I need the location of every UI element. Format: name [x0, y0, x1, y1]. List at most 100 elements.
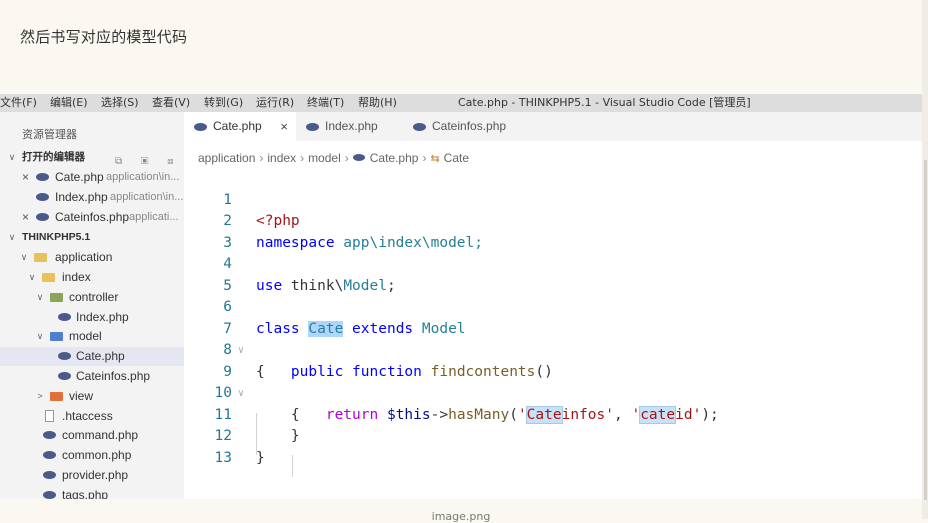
code-text: ->: [430, 406, 449, 423]
php-file-icon: [36, 213, 49, 221]
tab-cateinfos-php[interactable]: Cateinfos.php: [403, 112, 523, 141]
chevron-down-icon: ∨: [8, 152, 16, 162]
breadcrumb-item[interactable]: model: [308, 151, 341, 165]
code-line: 12 }: [184, 405, 265, 466]
tree-item-provider-php[interactable]: provider.php: [0, 466, 184, 485]
keyword: return: [325, 406, 379, 423]
file-icon: [45, 410, 54, 422]
indent-guide: [292, 455, 293, 477]
open-editor-path: application\in...: [110, 191, 184, 203]
code-line: 4 use think\Model;: [184, 233, 395, 294]
keyword: class: [256, 320, 300, 337]
code-line: 2 namespace app\index\model;: [184, 190, 483, 251]
breadcrumb-class[interactable]: Cate: [444, 151, 469, 165]
vscode-screenshot: 文件(F) 编辑(E) 选择(S) 查看(V) 转到(G) 运行(R) 终端(T…: [0, 94, 922, 499]
menu-selection[interactable]: 选择(S): [101, 94, 139, 112]
tree-item-cate-php[interactable]: Cate.php: [0, 347, 184, 366]
tab-label: Cateinfos.php: [432, 119, 507, 133]
project-label: THINKPHP5.1: [22, 231, 91, 243]
line-number: 13: [214, 449, 232, 466]
code-editor[interactable]: 1 <?php 2 namespace app\index\model; 3 4…: [184, 166, 922, 499]
keyword: extends: [352, 320, 414, 337]
controller-folder-icon: [50, 293, 63, 302]
menu-view[interactable]: 查看(V): [152, 94, 190, 112]
chevron-right-icon: >: [37, 391, 43, 401]
open-editor-path: applicati...: [129, 211, 179, 223]
close-icon[interactable]: ×: [22, 208, 29, 227]
page-scrollbar-thumb[interactable]: [924, 160, 927, 500]
open-editors-header[interactable]: ∨ 打开的编辑器 ⧉ ▣ ⧈: [0, 148, 184, 167]
breadcrumb-item[interactable]: index: [267, 151, 296, 165]
php-file-icon: [306, 123, 319, 131]
tree-item-label: model: [69, 329, 102, 343]
line-code: public function findcontents(): [256, 362, 553, 384]
tree-item-tags-php[interactable]: tags.php: [0, 486, 184, 499]
open-editor-item[interactable]: × Cate.php application\in...: [0, 168, 184, 187]
tree-item-model[interactable]: ∨ model: [0, 327, 184, 346]
menu-goto[interactable]: 转到(G): [204, 94, 243, 112]
variable: $this: [386, 406, 431, 423]
tree-item-index-php[interactable]: Index.php: [0, 308, 184, 327]
open-editors-actions-icon[interactable]: ⧉ ▣ ⧈: [115, 152, 182, 167]
menu-edit[interactable]: 编辑(E): [50, 94, 88, 112]
breadcrumb-item[interactable]: application: [198, 151, 255, 165]
tree-item-label: index: [62, 270, 91, 284]
string: id': [675, 406, 702, 423]
tab-cate-php[interactable]: Cate.php ×: [184, 112, 296, 141]
php-file-icon: [58, 372, 71, 380]
code-text: (: [509, 406, 518, 423]
function-name: findcontents: [430, 363, 536, 380]
tree-item-label: view: [69, 389, 94, 403]
php-file-icon: [43, 471, 56, 479]
tree-item-view[interactable]: > view: [0, 387, 184, 406]
php-file-icon: [352, 154, 365, 161]
open-editors-label: 打开的编辑器: [22, 151, 85, 163]
php-file-icon: [58, 313, 71, 321]
tree-item-cateinfos-php[interactable]: Cateinfos.php: [0, 367, 184, 386]
tab-index-php[interactable]: Index.php: [296, 112, 403, 141]
tree-item-application[interactable]: ∨ application: [0, 248, 184, 267]
open-editor-name: Cate.php: [55, 170, 104, 184]
chevron-right-icon: ›: [422, 151, 427, 165]
php-file-icon: [43, 491, 56, 499]
tree-item-label: tags.php: [62, 488, 109, 499]
tree-item-htaccess[interactable]: .htaccess: [0, 407, 184, 426]
open-editor-item[interactable]: × Cateinfos.php applicati...: [0, 208, 184, 227]
editor-tab-bar: Cate.php × Index.php Cateinfos.php: [184, 112, 922, 141]
string: infos': [561, 406, 614, 423]
fold-icon[interactable]: ∨: [238, 383, 244, 405]
tree-item-label: controller: [69, 290, 119, 304]
menu-file[interactable]: 文件(F): [0, 94, 37, 112]
fold-icon[interactable]: ∨: [238, 340, 244, 362]
code-text: );: [701, 406, 719, 423]
close-icon[interactable]: ×: [22, 168, 29, 187]
line-code: }: [256, 426, 300, 448]
code-line: 11 }: [184, 383, 300, 445]
open-editor-item[interactable]: Index.php application\in...: [0, 188, 184, 207]
explorer-sidebar: 资源管理器 ∨ 打开的编辑器 ⧉ ▣ ⧈ × Cate.php applicat…: [0, 112, 184, 499]
keyword: function: [352, 363, 422, 380]
breadcrumb: application › index › model › Cate.php › ⇆ Cate: [198, 151, 469, 165]
menu-run[interactable]: 运行(R): [256, 94, 294, 112]
tree-item-command-php[interactable]: command.php: [0, 426, 184, 445]
close-icon[interactable]: ×: [280, 112, 288, 141]
tree-item-controller[interactable]: ∨ controller: [0, 288, 184, 307]
tree-item-index[interactable]: ∨ index: [0, 268, 184, 287]
menu-terminal[interactable]: 终端(T): [307, 94, 344, 112]
article-text: 然后书写对应的模型代码: [20, 28, 188, 46]
class-icon: ⇆: [430, 153, 440, 165]
project-header[interactable]: ∨ THINKPHP5.1: [0, 228, 184, 247]
line-code: return $this->hasMany('Cateinfos', 'cate…: [256, 405, 719, 427]
chevron-down-icon: ∨: [36, 292, 44, 302]
open-editor-path: application\in...: [106, 171, 180, 183]
code-line: 1 <?php: [184, 168, 299, 230]
tree-item-label: common.php: [62, 448, 132, 462]
tree-item-label: application: [55, 250, 113, 264]
tree-item-common-php[interactable]: common.php: [0, 446, 184, 465]
tree-item-label: provider.php: [62, 468, 129, 482]
menu-help[interactable]: 帮助(H): [358, 94, 397, 112]
tab-label: Index.php: [325, 119, 378, 133]
line-code: class Cate extends Model: [256, 319, 466, 341]
code-text: think\: [282, 277, 344, 294]
breadcrumb-file[interactable]: Cate.php: [370, 151, 419, 165]
